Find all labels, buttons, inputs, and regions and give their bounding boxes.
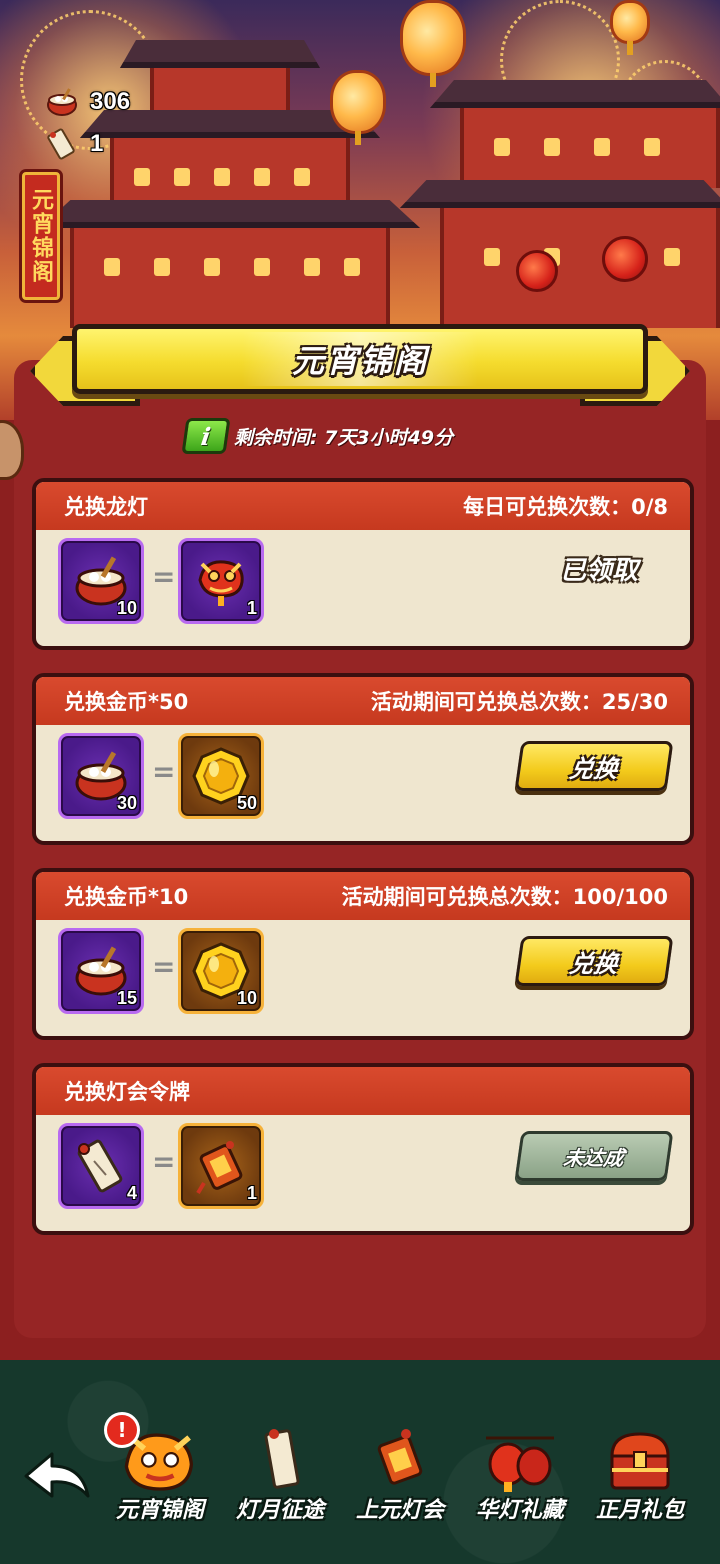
reward-item-slot[interactable]: 10 — [178, 928, 264, 1014]
resource-riddle-scroll: 1 — [44, 126, 103, 162]
claimed-label: 已领取 — [559, 556, 638, 586]
resource-tangyuan: 306 — [44, 84, 130, 120]
cost-item-slot[interactable]: 4 — [58, 1123, 144, 1209]
reward-qty: 50 — [236, 793, 257, 813]
exchange-card-dragon-lantern: 兑换龙灯 每日可兑换次数：0/8 10 = 1 已领取 — [32, 478, 694, 650]
tab-huadeng-gift-collection[interactable]: 华灯礼藏 — [460, 1414, 580, 1534]
not-achieved-button: 未达成 — [514, 1131, 674, 1181]
tab-label: 正月礼包 — [595, 1498, 684, 1523]
cost-qty: 10 — [116, 598, 137, 618]
back-button[interactable] — [22, 1450, 92, 1506]
cost-qty: 4 — [126, 1183, 137, 1203]
exchange-limit: 活动期间可兑换总次数：25/30 — [370, 690, 668, 714]
exchange-card-coins-50: 兑换金币*50 活动期间可兑换总次数：25/30 30 = 50 兑换 — [32, 673, 694, 845]
tab-zhengyue-gift-pack[interactable]: 正月礼包 — [580, 1414, 700, 1534]
exchange-name: 兑换灯会令牌 — [64, 1080, 190, 1104]
reward-qty: 1 — [246, 1183, 257, 1203]
cost-qty: 15 — [116, 988, 137, 1008]
alert-badge: ! — [104, 1412, 140, 1448]
bottom-nav: ! 元宵锦阁 灯月征途 上元灯会 华灯礼藏 正月礼包 — [0, 1360, 720, 1564]
info-button[interactable]: i — [181, 418, 231, 454]
dragon-lantern-icon — [198, 560, 244, 606]
exchange-limit: 每日可兑换次数：0/8 — [463, 495, 668, 519]
tab-label: 华灯礼藏 — [475, 1498, 564, 1523]
riddle-scroll-count: 1 — [90, 130, 104, 157]
equals-sign: = — [152, 560, 176, 593]
cost-item-slot[interactable]: 15 — [58, 928, 144, 1014]
reward-qty: 1 — [246, 598, 257, 618]
red-lanterns-icon — [480, 1426, 560, 1496]
reward-item-slot[interactable]: 1 — [178, 538, 264, 624]
exchange-name: 兑换金币*10 — [64, 885, 189, 909]
tab-label: 上元灯会 — [355, 1498, 444, 1523]
cost-qty: 30 — [116, 793, 137, 813]
riddle-scroll-icon — [240, 1426, 320, 1496]
event-timer: i 剩余时间: 7天3小时49分 — [181, 418, 454, 454]
reward-item-slot[interactable]: 1 — [178, 1123, 264, 1209]
equals-sign: = — [152, 1145, 176, 1178]
reward-item-slot[interactable]: 50 — [178, 733, 264, 819]
tab-label: 元宵锦阁 — [115, 1498, 204, 1523]
tab-label: 灯月征途 — [235, 1498, 324, 1523]
reward-qty: 10 — [236, 988, 257, 1008]
cost-item-slot[interactable]: 30 — [58, 733, 144, 819]
remaining-time: 剩余时间: 7天3小时49分 — [234, 426, 454, 449]
page-title: 元宵锦阁 — [291, 342, 428, 380]
lantern-token-icon — [360, 1426, 440, 1496]
title-ribbon: 元宵锦阁 — [72, 324, 648, 394]
exchange-button[interactable]: 兑换 — [514, 936, 674, 986]
equals-sign: = — [152, 755, 176, 788]
equals-sign: = — [152, 950, 176, 983]
treasure-chest-icon — [600, 1426, 680, 1496]
lantern-festival-token-icon — [196, 1141, 243, 1195]
tangyuan-bowl-icon — [44, 84, 80, 120]
tab-shangyuan-lantern-fair[interactable]: 上元灯会 — [340, 1414, 460, 1534]
lantern-riddle-scroll-icon — [77, 1139, 123, 1193]
tab-lantern-moon-journey[interactable]: 灯月征途 — [220, 1414, 340, 1534]
lantern-riddle-scroll-icon — [44, 126, 80, 162]
tangyuan-count: 306 — [90, 88, 131, 115]
exchange-name: 兑换金币*50 — [64, 690, 189, 714]
exchange-name: 兑换龙灯 — [64, 495, 148, 519]
side-event-sign: 元宵锦阁 — [22, 172, 60, 300]
cost-item-slot[interactable]: 10 — [58, 538, 144, 624]
back-arrow-icon — [24, 1452, 90, 1498]
exchange-button[interactable]: 兑换 — [514, 741, 674, 791]
exchange-limit: 活动期间可兑换总次数：100/100 — [341, 885, 668, 909]
exchange-card-coins-10: 兑换金币*10 活动期间可兑换总次数：100/100 15 = 10 兑换 — [32, 868, 694, 1040]
exchange-card-lantern-token: 兑换灯会令牌 4 = 1 未达成 — [32, 1063, 694, 1235]
